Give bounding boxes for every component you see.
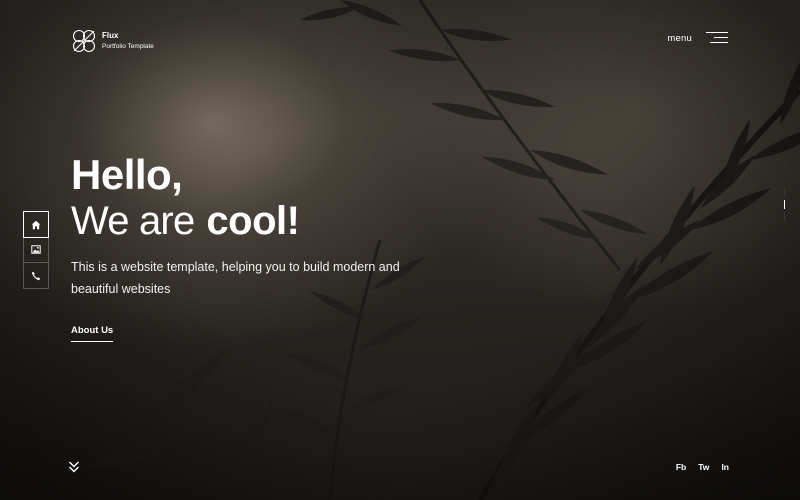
social-link-twitter[interactable]: Tw [698,462,709,472]
hero-heading-line2: We are cool! [71,198,401,244]
hero-section: Flux Portfolio Template menu Hello, We a… [0,0,800,500]
hero-heading-light: We are [71,199,195,243]
scroll-down-icon[interactable] [68,460,80,474]
hero-content: Hello, We are cool! This is a website tem… [71,152,401,342]
slide-pager [784,188,785,224]
image-icon [31,245,41,254]
pager-tick-active[interactable] [784,200,785,209]
hamburger-icon [706,31,728,45]
home-icon [31,220,41,229]
brand-tagline: Portfolio Template [102,43,154,51]
hero-heading-bold: cool! [206,199,300,243]
about-us-link[interactable]: About Us [71,325,114,342]
social-links: Fb Tw In [676,462,729,472]
side-nav-home-button[interactable] [23,211,49,238]
side-nav-contact-button[interactable] [24,263,48,288]
brand-name: Flux [102,30,119,40]
brand-text: Flux Portfolio Template [102,30,154,51]
side-nav-gallery-button[interactable] [24,237,48,263]
pager-tick[interactable] [784,188,785,197]
phone-icon [31,271,41,280]
flux-logo-icon [72,29,96,53]
menu-label: menu [667,32,692,44]
brand-logo-link[interactable]: Flux Portfolio Template [70,27,154,55]
menu-button[interactable]: menu [667,31,728,45]
hero-heading-line1: Hello, [71,151,183,198]
social-link-linkedin[interactable]: In [721,462,729,472]
pager-tick[interactable] [784,212,785,221]
side-nav [23,211,49,289]
social-link-facebook[interactable]: Fb [676,462,686,472]
hero-description: This is a website template, helping you … [71,260,400,296]
